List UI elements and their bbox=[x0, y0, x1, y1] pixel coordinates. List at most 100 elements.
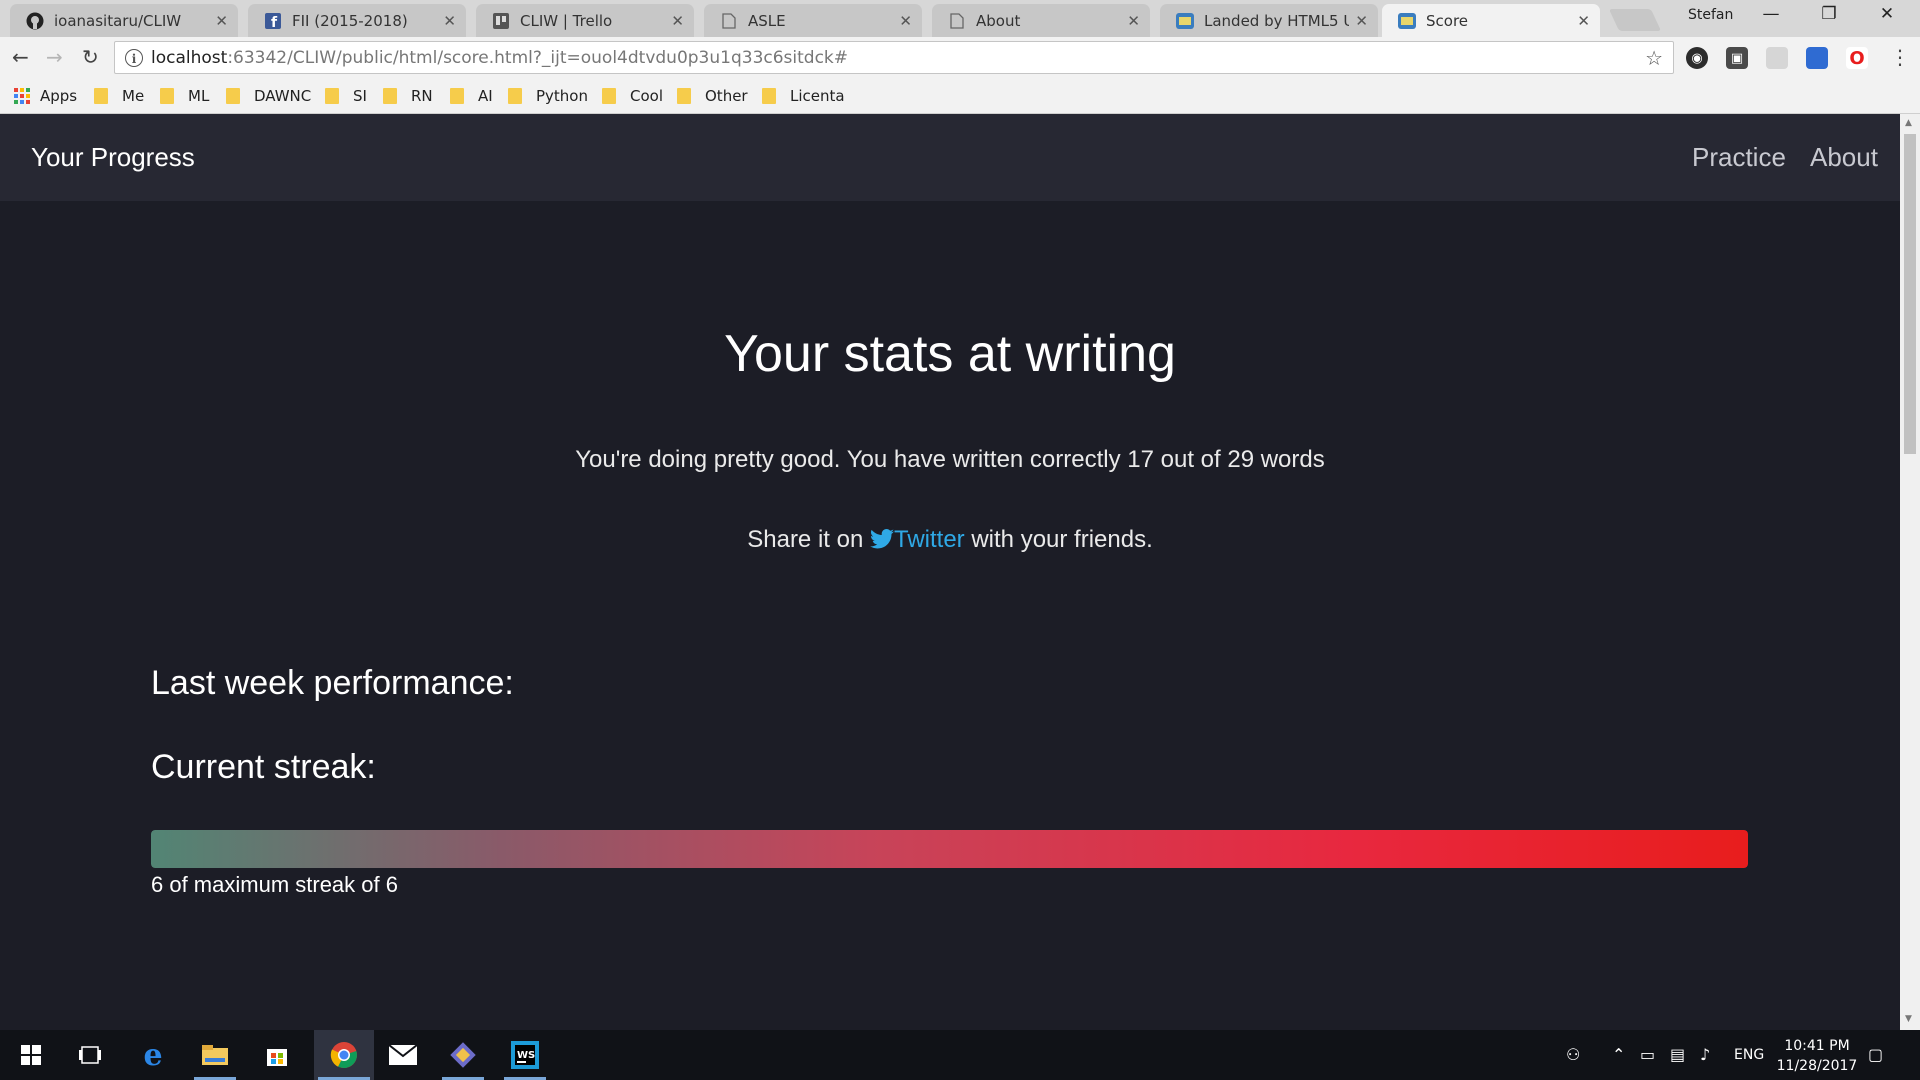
tab-title: Landed by HTML5 UP bbox=[1204, 11, 1350, 30]
action-center-icon[interactable]: ▢ bbox=[1868, 1045, 1883, 1064]
bookmark-folder[interactable]: DAWNC bbox=[226, 87, 311, 105]
language-indicator[interactable]: ENG bbox=[1734, 1047, 1764, 1063]
bookmark-folder[interactable]: Python bbox=[508, 87, 588, 105]
opera-icon[interactable]: O bbox=[1846, 47, 1868, 69]
page-scrollbar[interactable]: ▲ ▼ bbox=[1900, 114, 1920, 1030]
bookmark-folder[interactable]: ML bbox=[160, 87, 209, 105]
folder-icon bbox=[602, 88, 616, 104]
forward-arrow-icon[interactable]: → bbox=[46, 45, 63, 69]
share-line: Share it on Twitter with your friends. bbox=[0, 526, 1900, 554]
page-icon bbox=[948, 12, 966, 30]
bookmark-apps[interactable]: Apps bbox=[14, 87, 77, 105]
folder-icon bbox=[325, 88, 339, 104]
folder-icon bbox=[160, 88, 174, 104]
bookmark-label: Me bbox=[122, 87, 145, 105]
address-bar[interactable]: i localhost:63342/CLIW/public/html/score… bbox=[114, 41, 1674, 74]
git-icon[interactable] bbox=[438, 1030, 488, 1080]
new-tab-button[interactable] bbox=[1608, 9, 1662, 31]
close-icon[interactable]: ✕ bbox=[215, 12, 228, 30]
menu-icon[interactable]: ⋮ bbox=[1890, 45, 1910, 69]
people-icon[interactable]: ⚇ bbox=[1566, 1045, 1580, 1064]
system-clock[interactable]: 10:41 PM 11/28/2017 bbox=[1762, 1036, 1872, 1076]
close-icon[interactable]: ✕ bbox=[443, 12, 456, 30]
bookmark-label: Licenta bbox=[790, 87, 845, 105]
battery-icon[interactable]: ▭ bbox=[1640, 1045, 1655, 1064]
windows-start-icon[interactable] bbox=[6, 1030, 56, 1080]
tab-about[interactable]: About ✕ bbox=[932, 4, 1150, 37]
streak-progress-bar bbox=[151, 830, 1748, 868]
extension-icon[interactable] bbox=[1766, 47, 1788, 69]
task-view-icon[interactable] bbox=[65, 1030, 115, 1080]
chrome-icon[interactable] bbox=[314, 1030, 374, 1080]
site-brand[interactable]: Your Progress bbox=[31, 142, 195, 173]
restore-icon[interactable]: ❐ bbox=[1814, 4, 1844, 24]
bookmarks-bar: Apps Me ML DAWNC SI RN AI Python Cool Ot… bbox=[0, 80, 1920, 114]
windows-taskbar: e WS ⚇ ⌃ ▭ ▤ ♪ ENG 10:41 PM 11/28/2017 ▢ bbox=[0, 1030, 1920, 1080]
close-icon[interactable]: ✕ bbox=[671, 12, 684, 30]
bookmark-folder[interactable]: Other bbox=[677, 87, 748, 105]
nav-about[interactable]: About bbox=[1810, 142, 1878, 173]
extension-icon[interactable]: ◉ bbox=[1686, 47, 1708, 69]
close-icon[interactable]: ✕ bbox=[1577, 12, 1590, 30]
bookmark-folder[interactable]: RN bbox=[383, 87, 433, 105]
chevron-up-icon[interactable]: ⌃ bbox=[1612, 1045, 1625, 1064]
page-title: Your stats at writing bbox=[724, 325, 1176, 383]
tab-title: FII (2015-2018) bbox=[292, 11, 408, 30]
scroll-down-arrow-icon[interactable]: ▼ bbox=[1905, 1014, 1912, 1024]
twitter-icon bbox=[869, 529, 894, 549]
github-icon bbox=[26, 12, 44, 30]
share-suffix: with your friends. bbox=[964, 526, 1153, 553]
bookmark-label: RN bbox=[411, 87, 433, 105]
bookmark-label: AI bbox=[478, 87, 493, 105]
info-icon[interactable]: i bbox=[125, 48, 143, 67]
tab-title: CLIW | Trello bbox=[520, 11, 613, 30]
close-icon[interactable]: ✕ bbox=[1355, 12, 1368, 30]
network-icon[interactable]: ▤ bbox=[1670, 1045, 1685, 1064]
close-window-icon[interactable]: ✕ bbox=[1872, 4, 1902, 24]
folder-icon bbox=[762, 88, 776, 104]
volume-icon[interactable]: ♪ bbox=[1700, 1045, 1710, 1064]
folder-icon bbox=[226, 88, 240, 104]
close-icon[interactable]: ✕ bbox=[899, 12, 912, 30]
tab-score[interactable]: Score ✕ bbox=[1382, 4, 1600, 37]
store-icon[interactable] bbox=[252, 1030, 302, 1080]
reload-icon[interactable]: ↻ bbox=[82, 45, 99, 69]
tab-github[interactable]: ioanasitaru/CLIW ✕ bbox=[10, 4, 238, 37]
streak-progress-fill bbox=[151, 830, 1748, 868]
tab-facebook[interactable]: f FII (2015-2018) ✕ bbox=[248, 4, 466, 37]
folder-icon bbox=[508, 88, 522, 104]
minimize-icon[interactable]: — bbox=[1756, 4, 1786, 24]
tab-landed[interactable]: Landed by HTML5 UP ✕ bbox=[1160, 4, 1378, 37]
bookmark-folder[interactable]: Cool bbox=[602, 87, 663, 105]
scroll-up-arrow-icon[interactable]: ▲ bbox=[1905, 118, 1912, 128]
clock-date: 11/28/2017 bbox=[1776, 1058, 1858, 1074]
html5up-icon bbox=[1176, 12, 1194, 30]
edge-icon[interactable]: e bbox=[128, 1030, 178, 1080]
extension-icon[interactable]: ▣ bbox=[1726, 47, 1748, 69]
extension-icon[interactable] bbox=[1806, 47, 1828, 69]
back-arrow-icon[interactable]: ← bbox=[12, 45, 29, 69]
mail-icon[interactable] bbox=[378, 1030, 428, 1080]
facebook-icon: f bbox=[264, 12, 282, 30]
file-explorer-icon[interactable] bbox=[190, 1030, 240, 1080]
tab-title: Score bbox=[1426, 11, 1469, 30]
bookmark-star-icon[interactable]: ☆ bbox=[1645, 46, 1663, 70]
folder-icon bbox=[94, 88, 108, 104]
nav-practice[interactable]: Practice bbox=[1692, 142, 1786, 173]
bookmark-folder[interactable]: Licenta bbox=[762, 87, 845, 105]
scroll-thumb[interactable] bbox=[1904, 134, 1916, 454]
bookmark-label: Other bbox=[705, 87, 748, 105]
bookmark-folder[interactable]: SI bbox=[325, 87, 367, 105]
profile-name[interactable]: Stefan bbox=[1688, 7, 1733, 23]
close-icon[interactable]: ✕ bbox=[1127, 12, 1140, 30]
clock-time: 10:41 PM bbox=[1784, 1038, 1850, 1054]
webstorm-icon[interactable]: WS bbox=[500, 1030, 550, 1080]
bookmark-folder[interactable]: Me bbox=[94, 87, 144, 105]
twitter-share-link[interactable]: Twitter bbox=[869, 526, 965, 553]
tab-title: About bbox=[976, 11, 1021, 30]
share-prefix: Share it on bbox=[747, 526, 870, 553]
tab-title: ioanasitaru/CLIW bbox=[54, 11, 182, 30]
tab-asle[interactable]: ASLE ✕ bbox=[704, 4, 922, 37]
tab-trello[interactable]: CLIW | Trello ✕ bbox=[476, 4, 694, 37]
bookmark-folder[interactable]: AI bbox=[450, 87, 493, 105]
